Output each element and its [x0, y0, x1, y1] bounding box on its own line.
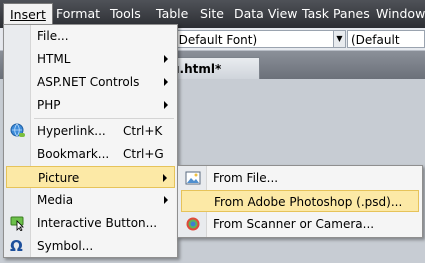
menu-window[interactable]: Window: [376, 6, 425, 22]
document-tab-label: u.html*: [171, 62, 222, 76]
font-combo[interactable]: (Default Font): [170, 30, 334, 48]
menu-item-shortcut: Ctrl+K: [123, 124, 163, 138]
submenu-item-from-file[interactable]: From File...: [181, 167, 419, 189]
menu-table-label: Table: [156, 6, 189, 21]
menu-item-label: Interactive Button...: [37, 216, 158, 230]
font-combo-value: (Default Font): [174, 33, 258, 47]
menu-item-aspnet-controls[interactable]: ASP.NET Controls: [6, 71, 175, 93]
menu-item-symbol[interactable]: Ω Symbol...: [6, 235, 175, 257]
menu-site-label: Site: [200, 6, 224, 21]
menu-item-label: ASP.NET Controls: [37, 75, 140, 89]
scanner-camera-icon: [185, 216, 201, 232]
menu-tools[interactable]: Tools: [110, 6, 141, 22]
menu-data-view[interactable]: Data View: [234, 6, 297, 22]
picture-submenu: From File... From Adobe Photoshop (.psd)…: [177, 165, 423, 238]
submenu-item-label: From Scanner or Camera...: [213, 217, 375, 231]
hyperlink-globe-icon: [10, 123, 26, 139]
menu-separator: [34, 118, 174, 119]
menu-insert[interactable]: Insert: [3, 3, 53, 26]
menu-format-label: Format: [56, 6, 101, 21]
font-combo-dropdown[interactable]: ▼: [333, 30, 346, 48]
menu-item-shortcut: Ctrl+G: [123, 147, 164, 161]
menu-item-media[interactable]: Media: [6, 189, 175, 211]
menu-site[interactable]: Site: [200, 6, 224, 22]
menu-window-label: Window: [376, 6, 425, 21]
image-file-icon: [185, 170, 201, 186]
submenu-item-label: From Adobe Photoshop (.psd)...: [214, 195, 403, 209]
menu-item-label: Picture: [38, 171, 80, 185]
menu-task-panes-label: Task Panes: [302, 6, 370, 21]
menu-item-file[interactable]: File...: [6, 25, 175, 47]
menu-item-label: Media: [37, 193, 74, 207]
menu-task-panes[interactable]: Task Panes: [302, 6, 370, 22]
menu-item-picture[interactable]: Picture: [6, 166, 175, 188]
menu-item-label: HTML: [37, 52, 71, 66]
submenu-arrow-icon: [164, 196, 168, 204]
menu-item-interactive-button[interactable]: Interactive Button...: [6, 212, 175, 234]
menu-item-label: Bookmark...: [37, 147, 110, 161]
submenu-arrow-icon: [164, 78, 168, 86]
menu-tools-label: Tools: [110, 6, 141, 21]
chevron-down-icon: ▼: [336, 34, 343, 43]
menu-item-label: Hyperlink...: [37, 124, 106, 138]
submenu-arrow-icon: [163, 174, 167, 182]
submenu-item-from-photoshop[interactable]: From Adobe Photoshop (.psd)...: [181, 190, 419, 212]
menu-item-hyperlink[interactable]: Hyperlink... Ctrl+K: [6, 120, 175, 142]
menu-item-php[interactable]: PHP: [6, 94, 175, 116]
submenu-item-label: From File...: [213, 171, 279, 185]
insert-menu: File... HTML ASP.NET Controls PHP Hyperl…: [3, 24, 178, 258]
menu-item-html[interactable]: HTML: [6, 48, 175, 70]
size-combo[interactable]: (Default Size): [347, 30, 425, 65]
menu-item-label: File...: [37, 29, 69, 43]
menu-data-view-label: Data View: [234, 6, 298, 21]
menu-insert-label: Insert: [10, 7, 46, 22]
menu-table[interactable]: Table: [156, 6, 188, 22]
submenu-item-from-scanner[interactable]: From Scanner or Camera...: [181, 213, 419, 235]
menu-format[interactable]: Format: [56, 6, 100, 22]
submenu-arrow-icon: [164, 101, 168, 109]
interactive-button-icon: [10, 215, 26, 232]
submenu-arrow-icon: [164, 55, 168, 63]
menu-item-bookmark[interactable]: Bookmark... Ctrl+G: [6, 143, 175, 165]
omega-symbol-icon: Ω: [10, 237, 23, 255]
menu-item-label: PHP: [37, 98, 61, 112]
menu-item-label: Symbol...: [37, 239, 94, 253]
